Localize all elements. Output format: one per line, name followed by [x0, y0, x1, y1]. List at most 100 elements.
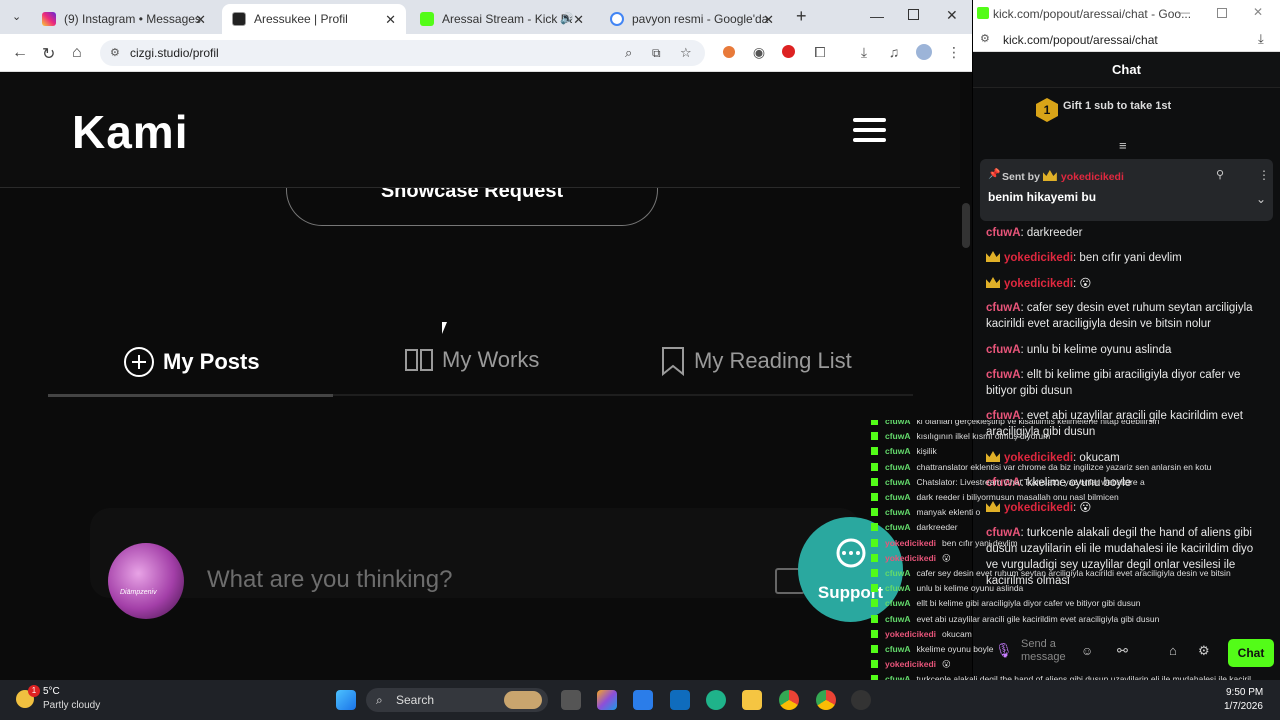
kick-icon — [871, 599, 878, 608]
window-close-icon[interactable]: ✕ — [946, 7, 958, 24]
overlay-user: cfuwA — [885, 583, 911, 594]
back-icon[interactable]: ← — [12, 44, 28, 62]
avatar-text: Diämpzeniv — [120, 589, 157, 596]
chat-message: yokedicikedi: 😮 — [986, 276, 1256, 292]
tab-search-icon[interactable]: ⌄ — [12, 10, 21, 23]
overlay-user: cfuwA — [885, 492, 911, 502]
hamburger-menu-icon[interactable] — [853, 118, 886, 144]
maximize-icon[interactable] — [1217, 8, 1227, 18]
bookmark-star-icon[interactable]: ☆ — [680, 40, 692, 66]
pinned-sent-by: Sent by yokedicikedi — [1002, 170, 1124, 183]
copilot-icon[interactable] — [597, 690, 617, 710]
tab-label: Aressukee | Profil — [254, 12, 348, 26]
edge-icon[interactable] — [706, 690, 726, 710]
tab-google[interactable]: pavyon resmi - Google'da ara ✕ — [600, 4, 784, 34]
close-icon[interactable]: ✕ — [573, 12, 584, 28]
tab-strip: ⌄ (9) Instagram • Messages ✕ Aressukee |… — [0, 0, 972, 34]
tab-my-posts[interactable]: My Posts — [123, 346, 260, 378]
headset-chat-icon — [836, 538, 866, 568]
minimize-icon[interactable]: — — [870, 8, 884, 24]
tab-kick[interactable]: Aressai Stream - Kick Das 🔊 ✕ — [410, 4, 594, 34]
window-close-icon[interactable]: ✕ — [1253, 5, 1263, 19]
media-control-icon[interactable]: ♫ — [886, 44, 902, 60]
task-view-icon[interactable] — [561, 690, 581, 710]
site-logo[interactable]: Kami — [72, 105, 188, 159]
chrome-icon[interactable] — [779, 690, 799, 710]
site-header: Kami — [0, 73, 960, 188]
bookmark-icon — [662, 347, 684, 376]
extensions-puzzle-icon[interactable]: ⧠ — [812, 44, 828, 60]
pinned-user: yokedicikedi — [1060, 171, 1124, 183]
extension-red-icon[interactable] — [781, 44, 797, 60]
site-info-icon[interactable]: ⚙ — [110, 40, 120, 66]
expand-chevron-icon[interactable]: ⌄ — [1256, 192, 1266, 206]
weather-desc: Partly cloudy — [43, 700, 101, 711]
kick-icon — [871, 523, 878, 532]
chat-window-titlebar: kick.com/popout/aressai/chat - Goo... — … — [973, 0, 1280, 28]
close-icon[interactable]: ✕ — [385, 12, 396, 28]
overlay-user: cfuwA — [885, 522, 911, 533]
pinned-message[interactable]: 📌 Sent by yokedicikedi ⚲ ⋮ benim hikayem… — [980, 159, 1273, 221]
home-icon[interactable]: ⌂ — [72, 44, 82, 62]
speaker-icon[interactable]: 🔊 — [560, 12, 574, 25]
kick-icon — [871, 508, 878, 517]
overlay-user: yokedicikedi — [885, 659, 937, 670]
tab-label: Aressai Stream - Kick Das — [442, 12, 572, 26]
overlay-user: yokedicikedi — [885, 552, 937, 563]
taskbar-search[interactable]: ⌕ Search — [366, 688, 548, 712]
chat-message: cfuwA: unlu bi kelime oyunu aslinda — [986, 344, 1172, 356]
minimize-icon[interactable]: — — [1178, 5, 1190, 19]
sub-badge-icon — [986, 251, 1000, 262]
gift-sub-text[interactable]: Gift 1 sub to take 1st — [1063, 100, 1171, 112]
install-icon[interactable]: ⧉ — [652, 40, 661, 66]
tab-my-works[interactable]: My Works — [404, 346, 539, 374]
chrome-active-icon[interactable] — [816, 690, 836, 710]
extension-orange-icon[interactable] — [721, 44, 737, 60]
overlay-chat-row: cfuwA ki olanlari gerçekleştirip ve kisal… — [866, 420, 1251, 426]
url-input[interactable]: ⚙ cizgi.studio/profil ⌕ ⧉ ☆ — [100, 40, 705, 66]
extension-ghost-icon[interactable]: ◉ — [751, 44, 767, 60]
chat-url-bar[interactable]: ⚙ kick.com/popout/aressai/chat ⤓ — [973, 28, 1280, 52]
tab-profile[interactable]: Aressukee | Profil ✕ — [222, 4, 406, 34]
overlay-text: ki olanlari gerçekleştirip ve kisaltilmi… — [916, 420, 1160, 426]
unpin-icon[interactable]: ⚲ — [1216, 168, 1224, 181]
zoom-icon[interactable]: ⌕ — [625, 40, 632, 66]
collapse-icon[interactable]: ≡ — [1119, 138, 1127, 153]
obs-icon[interactable] — [851, 690, 871, 710]
tab-instagram[interactable]: (9) Instagram • Messages ✕ — [32, 4, 216, 34]
sub-badge-icon — [986, 277, 1000, 288]
post-input[interactable]: What are you thinking? — [207, 566, 452, 594]
avatar[interactable]: Diämpzeniv — [108, 543, 184, 619]
chat-window-title: kick.com/popout/aressai/chat - Goo... — [993, 7, 1192, 21]
page-scrollbar[interactable] — [962, 203, 970, 248]
weather-temp[interactable]: 5°C — [43, 686, 60, 697]
search-label: Search — [396, 693, 435, 707]
new-tab-button[interactable]: + — [796, 6, 807, 27]
close-icon[interactable]: ✕ — [763, 12, 774, 28]
windows-start-icon[interactable] — [336, 690, 356, 710]
overlay-chat-row: cfuwA kkelime oyunu boyle — [866, 644, 1251, 654]
reload-icon[interactable]: ↻ — [42, 44, 55, 64]
tab-my-reading-list[interactable]: My Reading List — [660, 346, 852, 376]
store-icon[interactable] — [633, 690, 653, 710]
outlook-icon[interactable] — [670, 690, 690, 710]
download-icon[interactable]: ⤓ — [1258, 31, 1264, 47]
overlay-user: cfuwA — [885, 431, 911, 442]
overlay-text: Chatslator: Livestream Chat Translator y… — [916, 476, 1145, 487]
profile-avatar-icon[interactable] — [916, 44, 932, 60]
download-icon[interactable]: ⤓ — [856, 44, 872, 60]
clock-time[interactable]: 9:50 PM — [1226, 687, 1263, 698]
close-icon[interactable]: ✕ — [195, 12, 206, 28]
kick-icon — [871, 569, 878, 577]
overlay-text: evet abi uzaylilar aracili gile kacirild… — [916, 613, 1160, 624]
weather-badge: 1 — [28, 685, 40, 697]
overlay-text: ben cıfır yani devlim — [942, 537, 1018, 548]
maximize-icon[interactable] — [908, 9, 919, 20]
more-options-icon[interactable]: ⋮ — [1258, 168, 1270, 182]
menu-dots-icon[interactable]: ⋮ — [946, 44, 962, 60]
site-info-icon[interactable]: ⚙ — [980, 32, 990, 45]
search-icon: ⌕ — [376, 693, 383, 707]
overlay-chat-row: cfuwA kişilik — [866, 446, 1251, 456]
overlay-text: dark reeder i biliyormusun masallah onu … — [916, 492, 1119, 502]
file-explorer-icon[interactable] — [742, 690, 762, 710]
